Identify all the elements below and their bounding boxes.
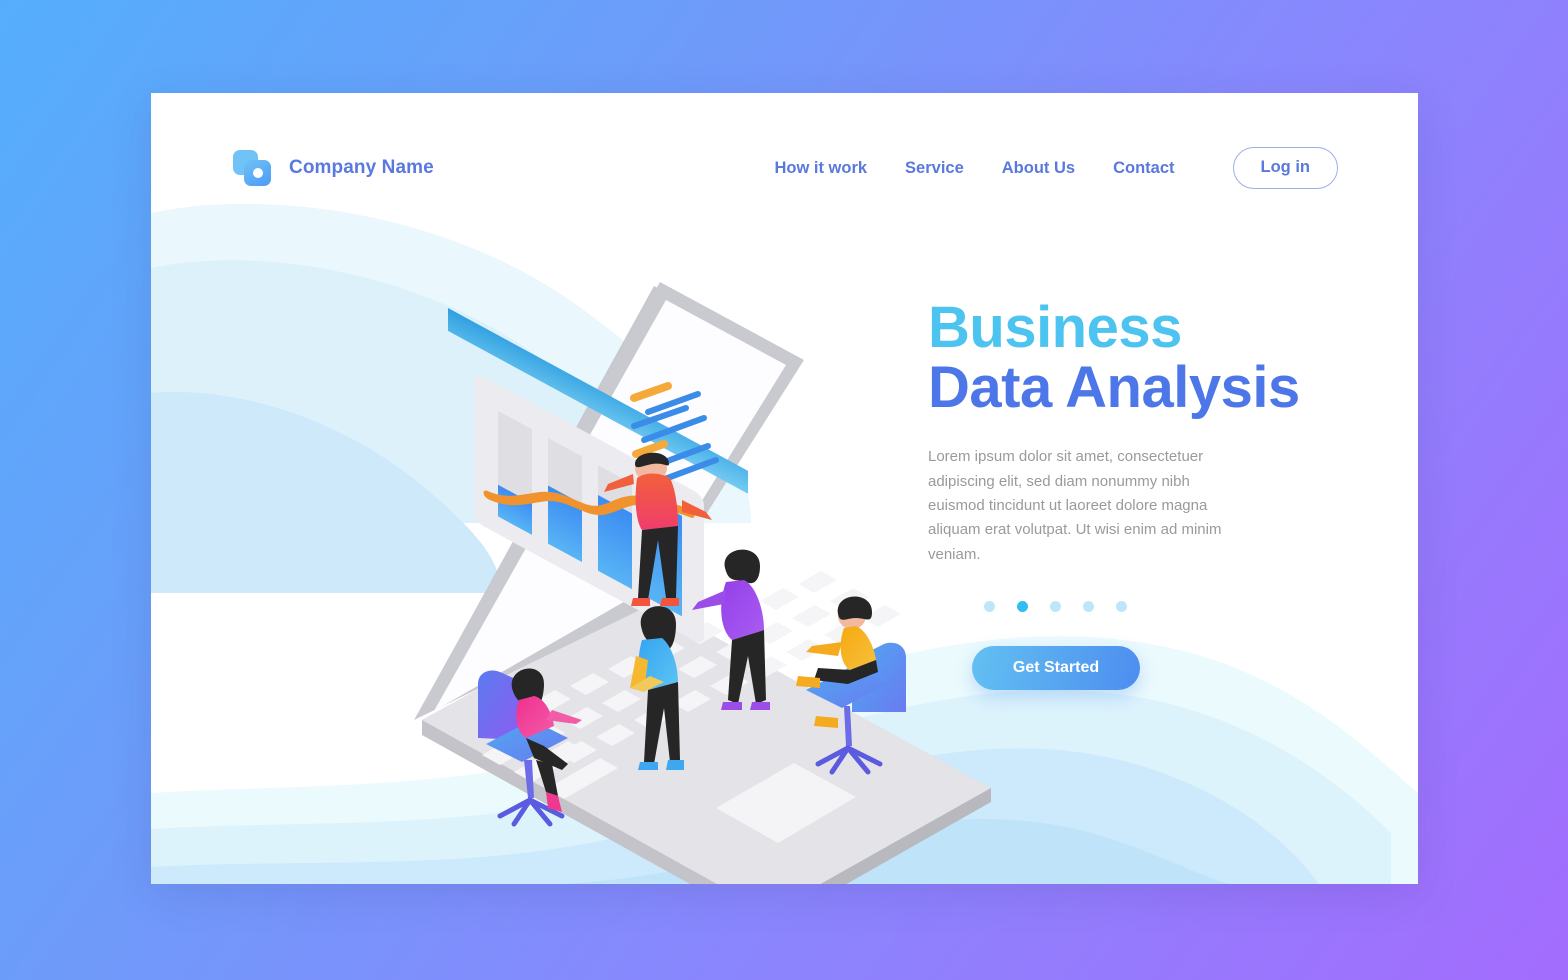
logo-front-square [244, 160, 271, 186]
hero-title-line-1: Business [928, 295, 1182, 360]
carousel-dot-2[interactable] [1017, 600, 1028, 612]
nav-item-how-it-work[interactable]: How it work [774, 159, 867, 178]
nav-item-about-us[interactable]: About Us [1002, 159, 1075, 178]
login-button[interactable]: Log in [1232, 147, 1338, 189]
overlapping-squares-icon [233, 150, 271, 186]
main-navigation: How it work Service About Us Contact Log… [774, 147, 1338, 189]
hero-title-line-2: Data Analysis [928, 354, 1300, 420]
brand-logo-link[interactable]: Company Name [233, 150, 434, 186]
get-started-button[interactable]: Get Started [972, 645, 1140, 690]
nav-item-service[interactable]: Service [905, 159, 964, 178]
hero-description: Lorem ipsum dolor sit amet, consectetuer… [928, 448, 1222, 563]
site-header: Company Name How it work Service About U… [151, 93, 1418, 243]
carousel-dot-5[interactable] [1116, 600, 1127, 612]
nav-item-contact[interactable]: Contact [1113, 159, 1174, 178]
carousel-dot-3[interactable] [1050, 600, 1061, 612]
carousel-dot-4[interactable] [1083, 600, 1094, 612]
hero-section: Business Data Analysis Lorem ipsum dolor… [928, 298, 1358, 690]
carousel-dots [984, 600, 1358, 612]
landing-page-card: Company Name How it work Service About U… [151, 93, 1418, 884]
brand-name: Company Name [289, 157, 434, 178]
logo-center-dot [252, 168, 263, 178]
page-title: Business Data Analysis [928, 298, 1358, 417]
carousel-dot-1[interactable] [984, 600, 995, 612]
